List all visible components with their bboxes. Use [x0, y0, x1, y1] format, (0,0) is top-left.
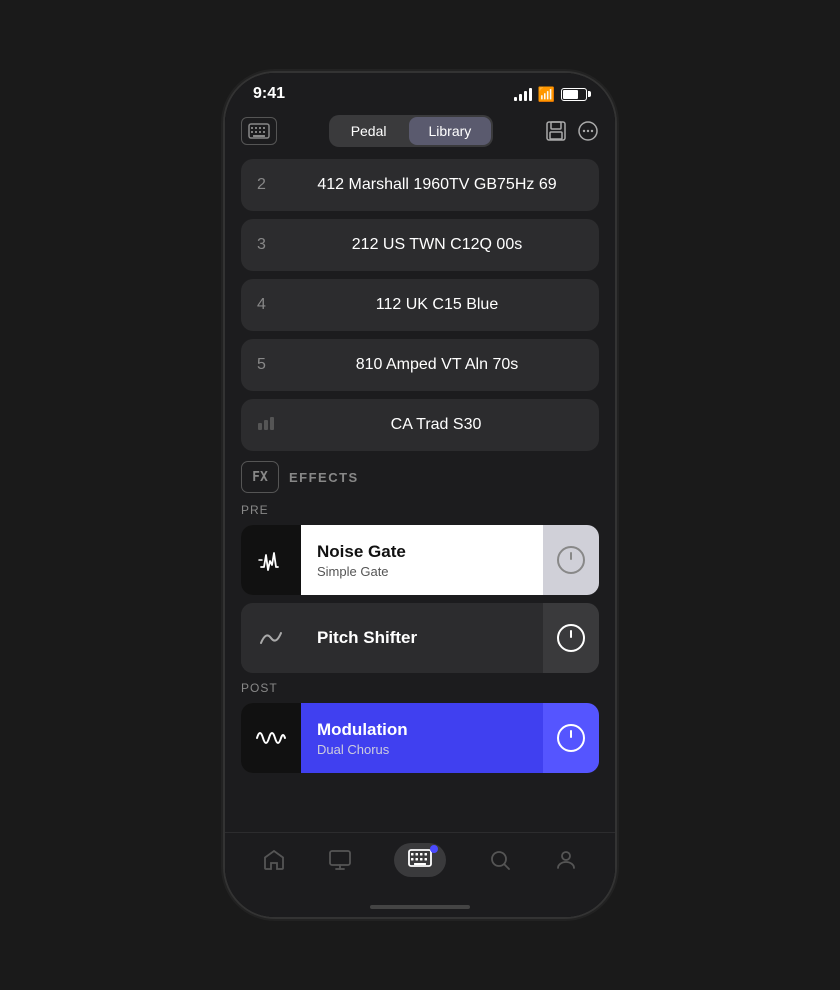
bluetooth-dot: [430, 845, 438, 853]
noise-gate-power[interactable]: [543, 525, 599, 595]
status-icons: 📶: [514, 86, 587, 103]
modulation-icon-area: [241, 703, 301, 773]
modulation-item[interactable]: Modulation Dual Chorus: [241, 703, 599, 773]
pitch-shifter-power[interactable]: [543, 603, 599, 673]
nav-home[interactable]: [262, 848, 286, 872]
status-bar: 9:41 📶: [225, 73, 615, 107]
pitch-shifter-item[interactable]: Pitch Shifter: [241, 603, 599, 673]
nav-keyboard[interactable]: [394, 843, 446, 877]
fx-badge: FX: [241, 461, 279, 493]
power-icon: [557, 724, 585, 752]
noise-gate-item[interactable]: Noise Gate Simple Gate: [241, 525, 599, 595]
cabinet-num: 3: [257, 236, 277, 254]
cabinet-name: CA Trad S30: [289, 416, 583, 434]
cabinet-name: 412 Marshall 1960TV GB75Hz 69: [291, 176, 583, 194]
keyboard-icon[interactable]: [241, 117, 277, 145]
list-item[interactable]: CA Trad S30: [241, 399, 599, 451]
more-button[interactable]: [577, 120, 599, 142]
wifi-icon: 📶: [538, 86, 555, 103]
signal-icon: [514, 88, 532, 101]
screen: 9:41 📶: [225, 73, 615, 917]
battery-icon: [561, 88, 587, 101]
top-actions: [545, 120, 599, 142]
list-item[interactable]: 2 412 Marshall 1960TV GB75Hz 69: [241, 159, 599, 211]
cabinet-name: 212 US TWN C12Q 00s: [291, 236, 583, 254]
pedal-tab[interactable]: Pedal: [331, 117, 407, 145]
nav-search[interactable]: [488, 848, 512, 872]
segment-control: Pedal Library: [329, 115, 494, 147]
modulation-sub: Dual Chorus: [317, 742, 408, 757]
pitch-shifter-content: Pitch Shifter: [301, 603, 543, 673]
bars-icon: [257, 415, 279, 436]
list-item[interactable]: 5 810 Amped VT Aln 70s: [241, 339, 599, 391]
pre-label: PRE: [241, 503, 599, 517]
home-indicator: [225, 897, 615, 917]
content: 2 412 Marshall 1960TV GB75Hz 69 3 212 US…: [225, 159, 615, 832]
effects-label: EFFECTS: [289, 470, 359, 485]
pitch-shifter-name: Pitch Shifter: [317, 628, 417, 648]
modulation-name: Modulation: [317, 720, 408, 740]
noise-gate-name: Noise Gate: [317, 542, 406, 562]
pitch-shifter-icon-area: [241, 603, 301, 673]
status-time: 9:41: [253, 85, 285, 103]
cabinet-num: 5: [257, 356, 277, 374]
list-item[interactable]: 3 212 US TWN C12Q 00s: [241, 219, 599, 271]
save-button[interactable]: [545, 120, 567, 142]
library-tab[interactable]: Library: [409, 117, 492, 145]
effects-header: FX EFFECTS: [241, 461, 599, 493]
nav-profile[interactable]: [554, 848, 578, 872]
noise-gate-sub: Simple Gate: [317, 564, 406, 579]
power-icon: [557, 624, 585, 652]
noise-gate-content: Noise Gate Simple Gate: [301, 525, 543, 595]
cabinet-name: 112 UK C15 Blue: [291, 296, 583, 314]
effects-section: FX EFFECTS PRE Noise Gate: [241, 461, 599, 773]
noise-gate-icon-area: [241, 525, 301, 595]
post-label: POST: [241, 681, 599, 695]
phone-frame: 9:41 📶: [225, 73, 615, 917]
cabinet-num: 4: [257, 296, 277, 314]
list-item[interactable]: 4 112 UK C15 Blue: [241, 279, 599, 331]
cabinet-name: 810 Amped VT Aln 70s: [291, 356, 583, 374]
power-icon: [557, 546, 585, 574]
nav-monitor[interactable]: [328, 848, 352, 872]
modulation-content: Modulation Dual Chorus: [301, 703, 543, 773]
bottom-nav: [225, 832, 615, 897]
modulation-power[interactable]: [543, 703, 599, 773]
cabinet-num: 2: [257, 176, 277, 194]
home-bar: [370, 905, 470, 909]
top-bar: Pedal Library: [225, 107, 615, 159]
